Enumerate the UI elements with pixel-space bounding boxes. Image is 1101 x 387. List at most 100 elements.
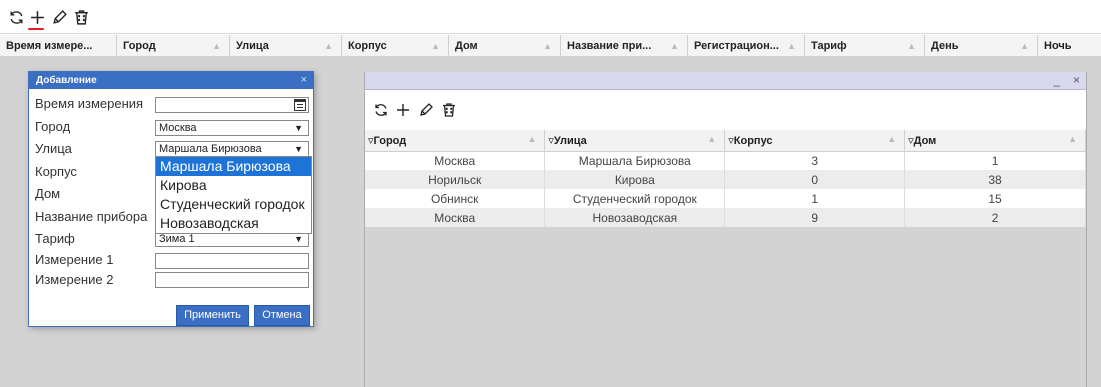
- sort-icon: ▲: [907, 41, 916, 51]
- street-value: Маршала Бирюзова: [159, 143, 262, 155]
- main-toolbar: [0, 0, 1101, 34]
- table-row[interactable]: Обнинск Студенческий городок 1 15: [365, 189, 1086, 208]
- table-cell: Новозаводская: [544, 208, 726, 227]
- minimize-button[interactable]: _: [1053, 73, 1060, 87]
- table-row[interactable]: Москва Новозаводская 9 2: [365, 208, 1086, 227]
- column-header[interactable]: ▿Корпус ▲: [724, 130, 906, 152]
- time-label: Время измерения: [35, 96, 144, 111]
- dropdown-option[interactable]: Студенческий городок: [156, 195, 311, 214]
- street-label: Улица: [35, 141, 72, 156]
- table-cell: Обнинск: [365, 189, 546, 208]
- delete-icon[interactable]: [439, 100, 459, 120]
- table-row[interactable]: Москва Маршала Бирюзова 3 1: [365, 151, 1086, 170]
- add-icon[interactable]: [26, 6, 48, 28]
- column-label: Город: [123, 40, 156, 52]
- column-label: Регистрацион...: [694, 40, 779, 52]
- column-label: Улица: [236, 40, 269, 52]
- column-label: Корпус: [348, 40, 387, 52]
- column-header[interactable]: Корпус ▲: [342, 35, 449, 57]
- column-header[interactable]: Время измере...: [0, 35, 117, 57]
- sort-icon: ▲: [887, 134, 897, 144]
- street-dropdown: Маршала Бирюзова Кирова Студенческий гор…: [155, 156, 312, 234]
- tariff-value: Зима 1: [159, 233, 195, 245]
- edit-icon[interactable]: [416, 100, 436, 120]
- column-header[interactable]: Тариф ▲: [805, 35, 925, 57]
- active-indicator: [28, 28, 44, 30]
- sort-icon: ▲: [543, 41, 552, 51]
- refresh-icon[interactable]: [371, 100, 391, 120]
- column-label: Тариф: [811, 40, 847, 52]
- sort-icon: ▲: [324, 41, 333, 51]
- chevron-down-icon: ▼: [294, 123, 303, 133]
- dialog-titlebar[interactable]: Добавление ×: [29, 72, 313, 89]
- sort-icon: ▲: [1068, 134, 1077, 144]
- panel-titlebar: _ ×: [365, 72, 1086, 90]
- column-label: Дом: [913, 134, 937, 147]
- add-icon[interactable]: [393, 100, 413, 120]
- table-row[interactable]: Норильск Кирова 0 38: [365, 170, 1086, 189]
- sort-icon: ▲: [787, 41, 796, 51]
- column-header[interactable]: ▿Улица ▲: [544, 130, 726, 152]
- column-header[interactable]: ▿Город ▲: [365, 130, 546, 152]
- calendar-icon[interactable]: [294, 99, 306, 111]
- dropdown-option[interactable]: Новозаводская: [156, 214, 311, 233]
- delete-icon[interactable]: [70, 6, 92, 28]
- table-header-row: ▿Город ▲ ▿Улица ▲ ▿Корпус ▲ ▿Дом ▲: [365, 130, 1086, 152]
- table-cell: Норильск: [365, 170, 546, 189]
- city-select[interactable]: Москва ▼: [155, 120, 309, 136]
- tariff-label: Тариф: [35, 231, 75, 246]
- refresh-icon[interactable]: [5, 6, 27, 28]
- column-header[interactable]: Дом ▲: [449, 35, 561, 57]
- column-label: День: [931, 40, 959, 52]
- sort-icon: ▲: [527, 134, 537, 144]
- column-header[interactable]: Название при... ▲: [561, 35, 688, 57]
- column-header[interactable]: ▿Дом ▲: [904, 130, 1086, 152]
- dialog-title: Добавление: [36, 75, 97, 86]
- sort-icon: ▲: [431, 41, 440, 51]
- city-label: Город: [35, 119, 71, 134]
- column-label: Время измере...: [6, 40, 93, 52]
- grid-header: Время измере... Город ▲ Улица ▲ Корпус ▲ До…: [0, 35, 1101, 57]
- add-dialog: Добавление × Время измерения Город Москв…: [28, 71, 314, 327]
- table-cell: 15: [904, 189, 1086, 208]
- close-icon[interactable]: ×: [301, 72, 307, 89]
- column-header[interactable]: Ночь: [1038, 35, 1101, 57]
- table-cell: 1: [904, 151, 1086, 170]
- edit-icon[interactable]: [48, 6, 70, 28]
- detail-panel: _ × ▿Город ▲ ▿Улица ▲ ▿Корпус ▲ ▿Дом ▲ М…: [364, 72, 1087, 387]
- panel-table: ▿Город ▲ ▿Улица ▲ ▿Корпус ▲ ▿Дом ▲ Москва Ма…: [365, 130, 1086, 227]
- column-label: Корпус: [733, 134, 773, 147]
- table-cell: Москва: [365, 151, 546, 170]
- measure1-field[interactable]: [155, 253, 309, 269]
- sort-icon: ▲: [707, 134, 717, 144]
- column-header[interactable]: День ▲: [925, 35, 1038, 57]
- sort-icon: ▲: [212, 41, 221, 51]
- close-button[interactable]: ×: [1073, 73, 1080, 87]
- dropdown-option[interactable]: Маршала Бирюзова: [156, 157, 311, 176]
- column-label: Дом: [455, 40, 478, 52]
- panel-toolbar: [365, 90, 1086, 130]
- table-cell: 0: [724, 170, 906, 189]
- cancel-button[interactable]: Отмена: [254, 305, 310, 326]
- street-select[interactable]: Маршала Бирюзова ▼: [155, 141, 309, 157]
- house-label: Дом: [35, 186, 61, 201]
- dropdown-option[interactable]: Кирова: [156, 176, 311, 195]
- column-label: Улица: [553, 134, 587, 147]
- column-label: Ночь: [1044, 40, 1072, 52]
- table-cell: 9: [724, 208, 906, 227]
- table-cell: Москва: [365, 208, 546, 227]
- chevron-down-icon: ▼: [294, 234, 303, 244]
- device-label: Название прибора: [35, 209, 148, 224]
- apply-button[interactable]: Применить: [176, 305, 249, 326]
- time-field[interactable]: [155, 97, 309, 113]
- column-label: Название при...: [567, 40, 652, 52]
- column-header[interactable]: Улица ▲: [230, 35, 342, 57]
- measure2-label: Измерение 2: [35, 272, 114, 287]
- column-header[interactable]: Регистрацион... ▲: [688, 35, 805, 57]
- column-header[interactable]: Город ▲: [117, 35, 230, 57]
- table-cell: 1: [724, 189, 906, 208]
- sort-icon: ▲: [670, 41, 679, 51]
- measure2-field[interactable]: [155, 272, 309, 288]
- sort-icon: ▲: [1020, 41, 1029, 51]
- measure1-label: Измерение 1: [35, 252, 114, 267]
